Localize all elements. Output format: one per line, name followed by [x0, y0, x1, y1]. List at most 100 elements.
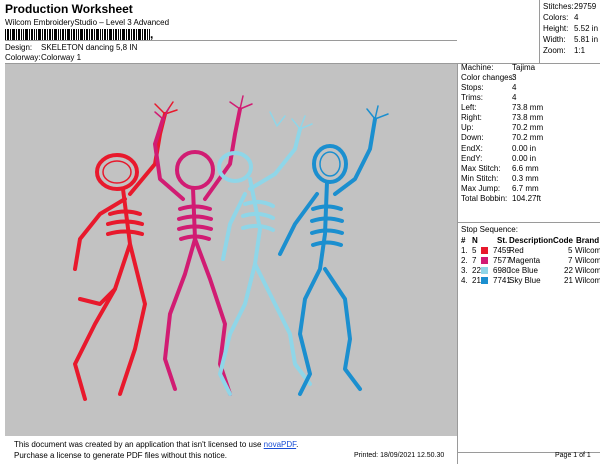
summary-value: 29759 [574, 2, 597, 11]
summary-value: 5.52 in [574, 24, 599, 33]
machine-key: Max Stitch: [461, 164, 501, 173]
page-number: Page 1 of 1 [555, 452, 591, 459]
col-num: # [461, 236, 466, 245]
design-info: Design: SKELETON dancing 5,8 IN Colorway… [5, 43, 305, 65]
divider [539, 0, 540, 63]
license-notice: This document was created by an applicat… [0, 436, 316, 464]
machine-value: 73.8 mm [512, 103, 544, 112]
design-label: Design: [5, 43, 33, 52]
summary-key: Stitches: [543, 2, 574, 11]
machine-value: 73.8 mm [512, 113, 544, 122]
colorway-label: Colorway: [5, 53, 41, 62]
machine-key: Trims: [461, 93, 483, 102]
table-row: 1. 5 7459 Red 5 Wilcom [461, 246, 600, 256]
summary-value: 5.81 in [574, 35, 599, 44]
machine-key: Stops: [461, 83, 484, 92]
machine-value: 3 [512, 73, 517, 82]
machine-value: 6.7 mm [512, 184, 539, 193]
machine-key: Machine: [461, 63, 494, 72]
red-skeleton [73, 112, 167, 401]
barcode-end-mark: , [150, 27, 154, 41]
summary-value: 1:1 [574, 46, 586, 55]
machine-key: Color changes: [461, 73, 515, 82]
design-preview [5, 64, 457, 436]
stop-sequence-title: Stop Sequence: [461, 225, 518, 234]
row-num: 4. [461, 276, 468, 285]
machine-key: Down: [461, 133, 484, 142]
row-brand: Wilcom [575, 276, 600, 285]
row-needle: 5 [472, 246, 477, 255]
sky-blue-skeleton-inner [319, 105, 389, 177]
col-brand: Brand [576, 236, 600, 245]
row-description: Magenta [509, 256, 541, 265]
row-code: 7 [568, 256, 573, 265]
row-num: 2. [461, 256, 468, 265]
machine-key: EndX: [461, 144, 483, 153]
row-needle: 7 [472, 256, 477, 265]
summary-key: Width: [543, 35, 566, 44]
machine-value: 70.2 mm [512, 123, 544, 132]
color-swatch [481, 277, 488, 284]
row-brand: Wilcom [575, 256, 600, 265]
notice-line-1: This document was created by an applicat… [14, 439, 298, 450]
row-code: 22 [564, 266, 573, 275]
machine-value: 70.2 mm [512, 133, 544, 142]
row-num: 1. [461, 246, 468, 255]
page-title: Production Worksheet [5, 2, 133, 16]
row-brand: Wilcom [575, 266, 600, 275]
machine-value: 0.00 in [512, 154, 537, 163]
color-swatch [481, 247, 488, 254]
summary-key: Colors: [543, 13, 569, 22]
col-description: Description [509, 236, 554, 245]
novapdf-link[interactable]: novaPDF [264, 440, 296, 449]
stop-sequence: Stop Sequence: # N St. Description Code … [461, 225, 600, 285]
machine-key: Right: [461, 113, 482, 122]
table-row: 2. 7 7577 Magenta 7 Wilcom [461, 256, 600, 266]
row-description: Ice Blue [509, 266, 538, 275]
table-row: 4. 21 7741 Sky Blue 21 Wilcom [461, 276, 600, 286]
machine-value: 4 [512, 93, 517, 102]
machine-value: 4 [512, 83, 517, 92]
summary-panel: Stitches: 29759 Colors: 4 Height: 5.52 in W… [543, 2, 600, 62]
row-description: Red [509, 246, 524, 255]
machine-value: 6.6 mm [512, 164, 539, 173]
row-needle: 21 [472, 276, 481, 285]
notice-text: This document was created by an applicat… [14, 440, 264, 449]
software-subtitle: Wilcom EmbroideryStudio – Level 3 Advanc… [5, 18, 170, 27]
color-swatch [481, 257, 488, 264]
summary-key: Zoom: [543, 46, 566, 55]
row-brand: Wilcom [575, 246, 600, 255]
row-num: 3. [461, 266, 468, 275]
row-needle: 22 [472, 266, 481, 275]
summary-key: Height: [543, 24, 569, 33]
machine-key: Max Jump: [461, 184, 501, 193]
row-description: Sky Blue [509, 276, 541, 285]
machine-key: Min Stitch: [461, 174, 499, 183]
divider [457, 222, 600, 223]
machine-value: 0.3 mm [512, 174, 539, 183]
ice-blue-skeleton-inner [269, 111, 313, 130]
machine-key: EndY: [461, 154, 483, 163]
colorway-value: Colorway 1 [41, 53, 82, 62]
design-value: SKELETON dancing 5,8 IN [41, 43, 138, 52]
machine-value: 0.00 in [512, 144, 537, 153]
machine-value: 104.27ft [512, 194, 541, 203]
machine-key: Left: [461, 103, 477, 112]
ice-blue-skeleton [217, 127, 312, 396]
skeleton-design-image [73, 95, 389, 401]
machine-panel: Machine: Tajima Color changes: 3 Stops: 4 T… [461, 63, 600, 221]
machine-key: Total Bobbin: [461, 194, 508, 203]
table-row: 3. 22 6980 Ice Blue 22 Wilcom [461, 266, 600, 276]
machine-key: Up: [461, 123, 474, 132]
table-header: # N St. Description Code Brand [461, 236, 600, 246]
machine-value: Tajima [512, 63, 536, 72]
col-stitches: St. [497, 236, 508, 245]
color-swatch [481, 267, 488, 274]
row-code: 21 [564, 276, 573, 285]
row-code: 5 [568, 246, 573, 255]
notice-period: . [296, 440, 299, 449]
col-code: Code [553, 236, 573, 245]
notice-line-2: Purchase a license to generate PDF files… [14, 451, 227, 460]
divider [457, 63, 458, 464]
printed-date: Printed: 18/09/2021 12.50.30 [354, 452, 445, 459]
